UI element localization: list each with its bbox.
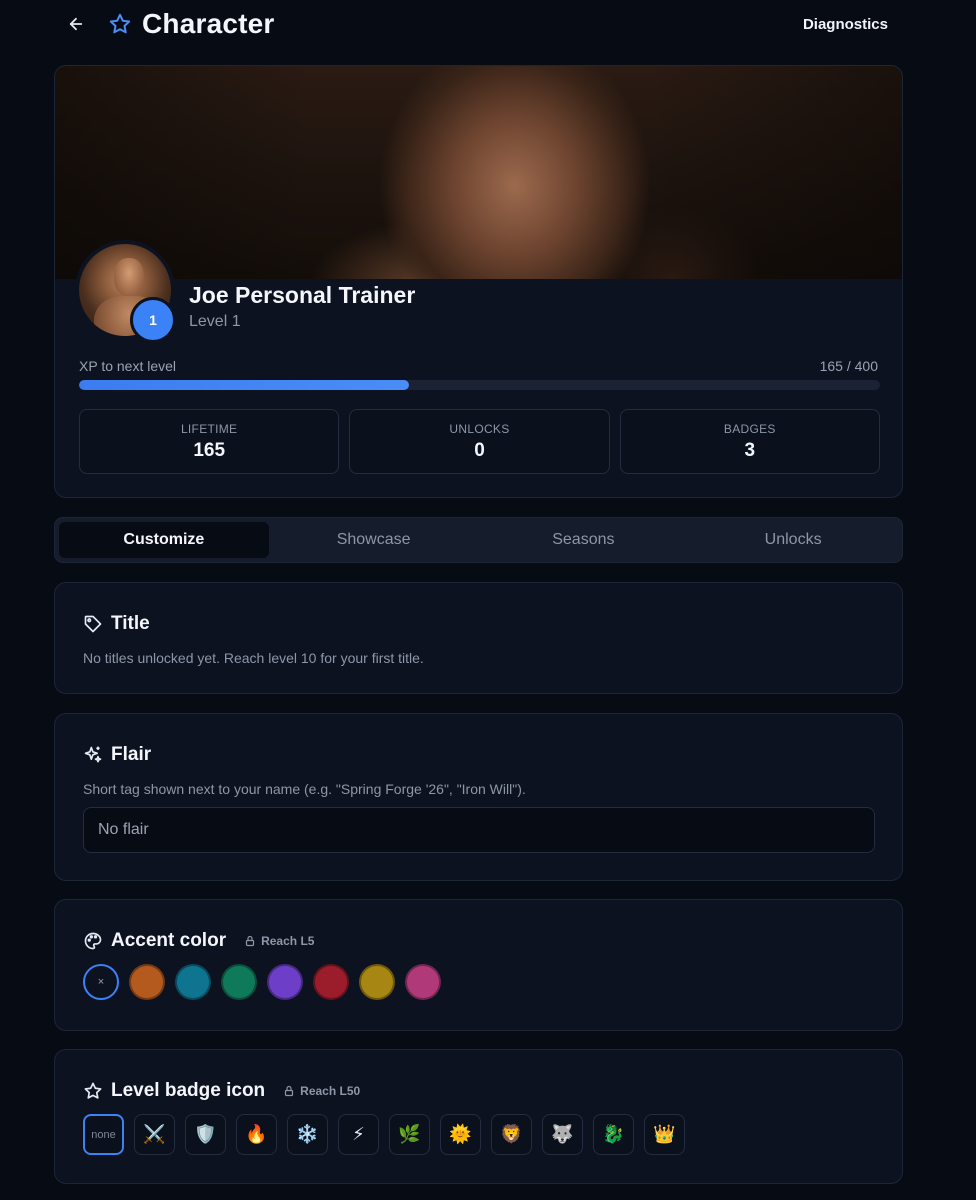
xp-progress-fill	[79, 380, 410, 390]
back-button[interactable]	[58, 6, 94, 42]
tab-seasons[interactable]: Seasons	[479, 522, 689, 558]
color-swatch-none[interactable]: ×	[83, 964, 119, 1000]
tab-bar: Customize Showcase Seasons Unlocks	[54, 517, 903, 563]
herb-icon[interactable]: 🌿	[389, 1114, 430, 1155]
badge-icon-options: none ⚔️ 🛡️ 🔥 ❄️ ⚡ 🌿 🌞 🦁 🐺 🐉 👑	[83, 1114, 685, 1155]
flair-input[interactable]	[83, 807, 875, 853]
lock-icon	[245, 935, 255, 947]
badge-option-none[interactable]: none	[83, 1114, 124, 1155]
color-swatches: ×	[83, 964, 441, 1000]
title-section: Title No titles unlocked yet. Reach leve…	[54, 582, 903, 694]
crown-icon[interactable]: 👑	[644, 1114, 685, 1155]
xp-label: XP to next level	[79, 358, 177, 374]
stat-value: 3	[744, 439, 756, 461]
star-outline-icon	[84, 1082, 102, 1099]
xp-value: 165 / 400	[819, 358, 878, 374]
tab-showcase[interactable]: Showcase	[269, 522, 479, 558]
section-title: Flair	[111, 744, 152, 765]
wolf-icon[interactable]: 🐺	[542, 1114, 583, 1155]
stat-value: 165	[193, 439, 226, 461]
user-level: Level 1	[189, 313, 241, 330]
color-swatch-pink[interactable]	[405, 964, 441, 1000]
tab-unlocks[interactable]: Unlocks	[688, 522, 898, 558]
stat-lifetime: LIFETIME 165	[79, 409, 340, 474]
flair-section: Flair Short tag shown next to your name …	[54, 713, 903, 881]
color-swatch-yellow[interactable]	[359, 964, 395, 1000]
page-title: Character	[142, 8, 275, 39]
stats-row: LIFETIME 165 UNLOCKS 0 BADGES 3	[79, 409, 880, 474]
crossed-swords-icon[interactable]: ⚔️	[134, 1114, 175, 1155]
section-title: Level badge icon	[111, 1080, 266, 1101]
color-swatch-purple[interactable]	[267, 964, 303, 1000]
star-icon	[108, 12, 132, 36]
stat-badges: BADGES 3	[619, 409, 880, 474]
color-swatch-green[interactable]	[221, 964, 257, 1000]
section-description: Short tag shown next to your name (e.g. …	[83, 781, 526, 797]
top-bar: Character Diagnostics	[54, 0, 902, 48]
lock-requirement: Reach L5	[244, 934, 314, 948]
lock-requirement: Reach L50	[283, 1084, 360, 1098]
stat-value: 0	[474, 439, 485, 461]
lock-icon	[285, 1085, 294, 1097]
sparkles-icon	[84, 746, 102, 763]
diagnostics-button[interactable]: Diagnostics	[803, 16, 888, 33]
stat-unlocks: UNLOCKS 0	[349, 409, 610, 474]
lion-icon[interactable]: 🦁	[491, 1114, 532, 1155]
fire-icon[interactable]: 🔥	[236, 1114, 277, 1155]
color-swatch-cyan[interactable]	[175, 964, 211, 1000]
lightning-icon[interactable]: ⚡	[338, 1114, 379, 1155]
sun-icon[interactable]: 🌞	[440, 1114, 481, 1155]
level-badge-icon-section: Level badge icon Reach L50 none ⚔️ 🛡️ 🔥 …	[54, 1049, 903, 1184]
user-name: Joe Personal Trainer	[189, 282, 416, 308]
color-swatch-orange[interactable]	[129, 964, 165, 1000]
palette-icon	[84, 932, 102, 950]
tag-icon	[84, 615, 102, 633]
lock-label: Reach L50	[300, 1084, 361, 1098]
stat-label: BADGES	[723, 421, 776, 436]
arrow-left-icon	[69, 17, 83, 31]
snowflake-icon[interactable]: ❄️	[287, 1114, 328, 1155]
shield-icon[interactable]: 🛡️	[185, 1114, 226, 1155]
accent-color-section: Accent color Reach L5 ×	[54, 899, 903, 1031]
lock-label: Reach L5	[261, 934, 315, 948]
level-badge: 1	[130, 297, 176, 343]
profile-card: 1 Joe Personal Trainer Level 1 XP to nex…	[54, 65, 903, 498]
dragon-icon[interactable]: 🐉	[593, 1114, 634, 1155]
stat-label: UNLOCKS	[449, 421, 510, 436]
stat-label: LIFETIME	[180, 421, 238, 436]
color-swatch-red[interactable]	[313, 964, 349, 1000]
tab-customize[interactable]: Customize	[59, 522, 269, 558]
section-title: Accent color	[111, 930, 227, 951]
section-title: Title	[111, 613, 150, 634]
xp-progress-bar	[79, 380, 880, 390]
section-description: No titles unlocked yet. Reach level 10 f…	[83, 650, 424, 666]
